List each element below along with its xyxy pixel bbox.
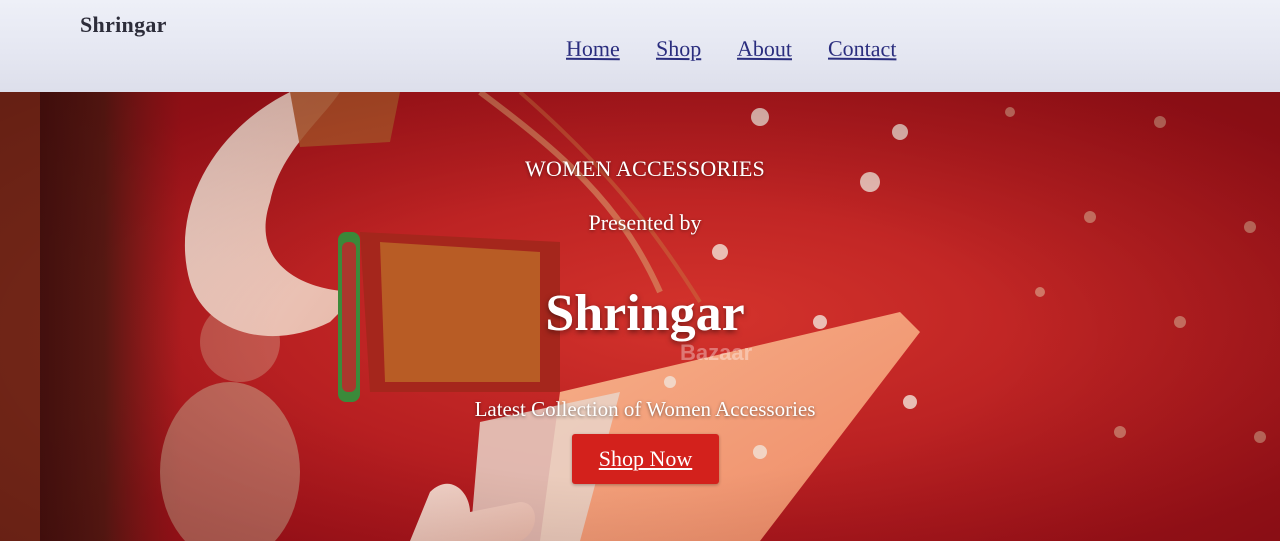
site-header: Shringar Home Shop About Contact (0, 0, 1280, 96)
hero-title: Shringar (545, 285, 745, 342)
nav-link-about[interactable]: About (737, 36, 792, 63)
main-nav: Home Shop About Contact (566, 36, 896, 62)
shop-now-button[interactable]: Shop Now (572, 434, 719, 484)
nav-link-contact[interactable]: Contact (828, 36, 896, 63)
hero-section: WOMEN ACCESSORIES Presented by Shringar … (0, 92, 1280, 541)
hero-content: WOMEN ACCESSORIES Presented by Shringar … (0, 92, 1280, 541)
hero-eyebrow: WOMEN ACCESSORIES (525, 156, 765, 181)
watermark-text: Bazaar (680, 340, 753, 365)
hero-presented-by: Presented by (588, 210, 702, 235)
brand-logo[interactable]: Shringar (80, 12, 167, 38)
hero-tagline: Latest Collection of Women Accessories (474, 397, 816, 421)
nav-link-home[interactable]: Home (566, 36, 620, 63)
nav-link-shop[interactable]: Shop (656, 36, 701, 62)
